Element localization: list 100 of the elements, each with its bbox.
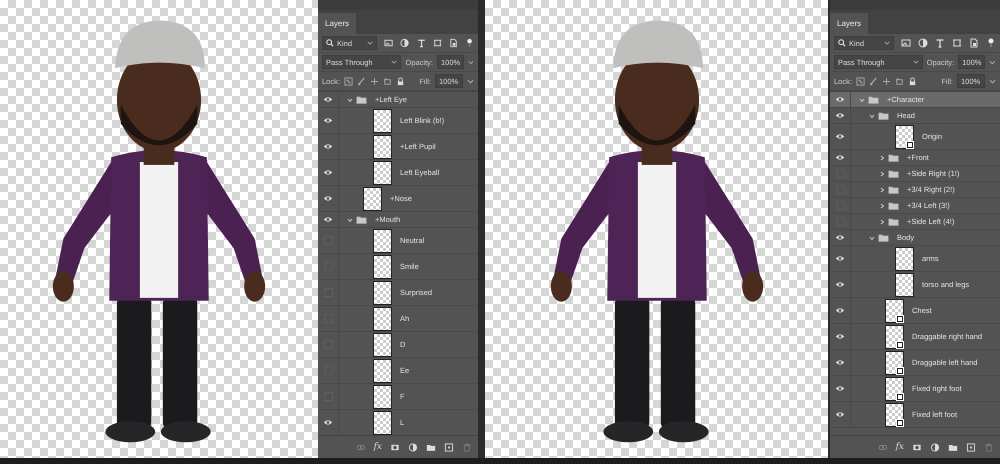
adjustment-icon[interactable] — [930, 442, 940, 452]
new-layer-icon[interactable] — [966, 442, 976, 452]
layer-thumbnail — [373, 254, 392, 278]
eye-icon[interactable] — [323, 195, 333, 202]
folder-icon — [356, 96, 367, 104]
eye-icon[interactable] — [835, 112, 845, 119]
caret-icon — [912, 60, 919, 64]
layer-thumbnail — [373, 108, 392, 132]
layer-thumbnail — [895, 246, 914, 270]
caret-icon — [391, 60, 398, 64]
brush-icon[interactable] — [356, 76, 366, 86]
shape-filter-icon[interactable] — [952, 38, 962, 48]
layer-thumbnail — [373, 280, 392, 304]
layer-thumbnail — [363, 186, 382, 210]
image-filter-icon[interactable] — [901, 38, 911, 48]
eye-icon[interactable] — [323, 169, 333, 176]
eye-icon[interactable] — [835, 411, 845, 418]
move-icon[interactable] — [882, 76, 891, 86]
search-icon — [838, 39, 846, 47]
eye-icon[interactable] — [323, 117, 333, 124]
folder-icon[interactable] — [426, 442, 436, 452]
chevron-right-icon[interactable] — [879, 170, 885, 176]
folder-icon — [888, 154, 899, 162]
smart-object-icon — [906, 140, 914, 148]
chevron-right-icon[interactable] — [879, 218, 885, 224]
eye-icon[interactable] — [835, 281, 845, 288]
eye-icon[interactable] — [835, 255, 845, 262]
caret-icon[interactable] — [989, 78, 996, 84]
folder-icon[interactable] — [948, 442, 958, 452]
layer-thumbnail — [373, 358, 392, 382]
eye-icon[interactable] — [835, 234, 845, 241]
layer-thumbnail — [373, 410, 392, 434]
new-layer-icon[interactable] — [444, 442, 454, 452]
mask-icon[interactable] — [390, 442, 400, 452]
layer-thumbnail — [895, 272, 914, 296]
search-icon — [326, 39, 334, 47]
image-filter-icon[interactable] — [384, 38, 394, 48]
mask-icon[interactable] — [912, 442, 922, 452]
lock-icon[interactable] — [396, 76, 405, 86]
fx-button[interactable]: fx — [896, 442, 904, 452]
chevron-down-icon[interactable] — [347, 216, 353, 222]
smart-object-filter-icon[interactable] — [448, 38, 458, 48]
smart-object-icon — [896, 340, 904, 348]
move-icon[interactable] — [370, 76, 379, 86]
eye-icon[interactable] — [835, 133, 845, 140]
eye-icon[interactable] — [835, 307, 845, 314]
artboard-icon[interactable] — [382, 76, 392, 86]
layer-thumbnail — [373, 306, 392, 330]
adjustment-icon[interactable] — [408, 442, 418, 452]
layer-thumbnail — [373, 160, 392, 184]
chevron-down-icon[interactable] — [347, 96, 353, 102]
eye-icon[interactable] — [835, 96, 845, 103]
folder-icon — [888, 170, 899, 178]
smart-object-filter-icon[interactable] — [969, 38, 979, 48]
caret-icon[interactable] — [468, 60, 474, 64]
folder-icon — [878, 112, 889, 120]
artboard-icon[interactable] — [894, 76, 904, 86]
type-filter-icon[interactable] — [935, 38, 945, 48]
lock-pixels-icon[interactable] — [856, 76, 865, 86]
eye-icon[interactable] — [323, 419, 333, 426]
eye-icon[interactable] — [835, 333, 845, 340]
eye-icon[interactable] — [835, 359, 845, 366]
chevron-down-icon[interactable] — [869, 112, 875, 118]
eye-icon[interactable] — [835, 154, 845, 161]
eye-icon[interactable] — [323, 96, 333, 103]
fx-button[interactable]: fx — [374, 442, 382, 452]
folder-icon — [356, 216, 367, 224]
adjustment-filter-icon[interactable] — [400, 38, 410, 48]
smart-object-icon — [896, 314, 904, 322]
type-filter-icon[interactable] — [416, 38, 426, 48]
chevron-right-icon[interactable] — [879, 154, 885, 160]
chevron-down-icon[interactable] — [869, 234, 875, 240]
chevron-right-icon[interactable] — [879, 186, 885, 192]
layers-tab[interactable]: Layers — [830, 13, 868, 34]
caret-icon[interactable] — [467, 78, 474, 84]
layer-thumbnail — [373, 384, 392, 408]
caret-icon[interactable] — [989, 60, 996, 64]
eye-icon[interactable] — [323, 216, 333, 223]
lock-pixels-icon[interactable] — [344, 76, 353, 86]
eye-icon[interactable] — [835, 385, 845, 392]
lock-icon[interactable] — [908, 76, 917, 86]
folder-icon — [888, 202, 899, 210]
layers-tab[interactable]: Layers — [318, 13, 356, 34]
toggle-circle-icon[interactable] — [986, 38, 996, 48]
shape-filter-icon[interactable] — [432, 38, 442, 48]
layer-thumbnail — [373, 134, 392, 158]
smart-object-icon — [896, 366, 904, 374]
toggle-circle-icon[interactable] — [464, 38, 474, 48]
layer-thumbnail — [373, 228, 392, 252]
smart-object-icon — [896, 392, 904, 400]
layer-thumbnail — [373, 332, 392, 356]
brush-icon[interactable] — [868, 76, 878, 86]
adjustment-filter-icon[interactable] — [918, 38, 928, 48]
eye-icon[interactable] — [323, 143, 333, 150]
caret-icon — [884, 41, 890, 45]
caret-icon — [367, 41, 374, 45]
folder-icon — [878, 234, 889, 242]
chevron-right-icon[interactable] — [879, 202, 885, 208]
chevron-down-icon[interactable] — [859, 96, 865, 102]
folder-icon — [868, 96, 879, 104]
